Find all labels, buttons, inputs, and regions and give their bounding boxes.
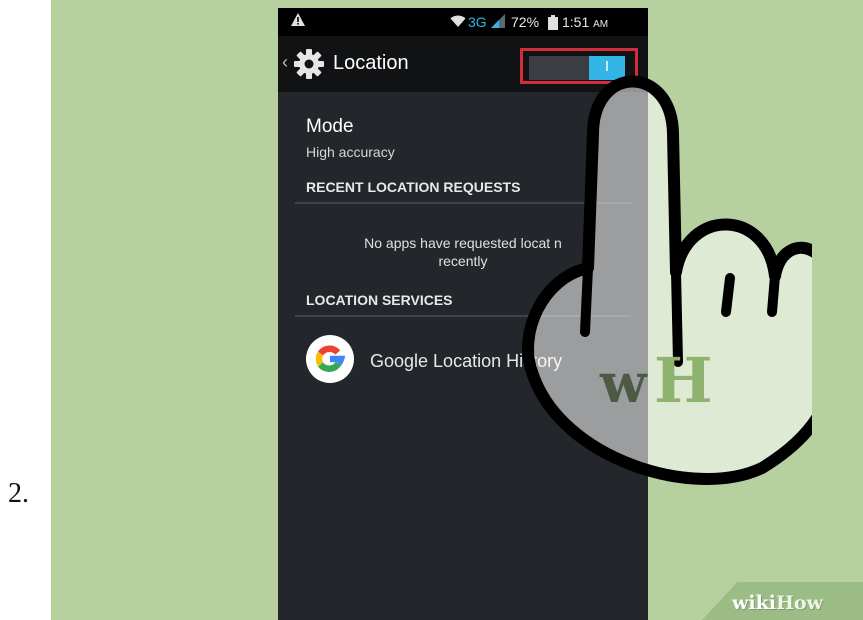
clock-ampm: AM bbox=[593, 19, 609, 30]
page-title: Location bbox=[333, 52, 409, 74]
wifi-icon bbox=[450, 15, 466, 27]
battery-icon bbox=[548, 15, 558, 30]
wikihow-watermark: wikiHow bbox=[732, 592, 823, 614]
clock: 1:51 AM bbox=[562, 14, 608, 30]
pointing-hand-icon: w H bbox=[522, 75, 812, 485]
google-g-icon[interactable] bbox=[305, 334, 355, 384]
network-type: 3G bbox=[468, 14, 487, 30]
empty-text-line2: recently bbox=[438, 253, 488, 269]
wh-logo-w: w bbox=[599, 351, 648, 415]
status-bar: 3G 72% 1:51 AM bbox=[278, 8, 648, 36]
signal-icon bbox=[491, 14, 505, 28]
location-services-header: LOCATION SERVICES bbox=[306, 292, 453, 308]
gear-icon[interactable] bbox=[293, 48, 325, 80]
battery-percent: 72% bbox=[511, 14, 540, 30]
wh-logo-h: H bbox=[654, 344, 713, 417]
watermark-how: How bbox=[775, 592, 823, 614]
watermark-wiki: wiki bbox=[732, 592, 776, 614]
mode-title[interactable]: Mode bbox=[306, 116, 354, 138]
warning-icon bbox=[291, 13, 305, 26]
illustration: 3G 72% 1:51 AM ‹ Location I Mode High ac… bbox=[51, 0, 863, 620]
back-chevron-icon[interactable]: ‹ bbox=[282, 52, 288, 73]
step-number: 2. bbox=[8, 478, 29, 509]
clock-time: 1:51 bbox=[562, 14, 590, 30]
mode-value: High accuracy bbox=[306, 144, 395, 160]
